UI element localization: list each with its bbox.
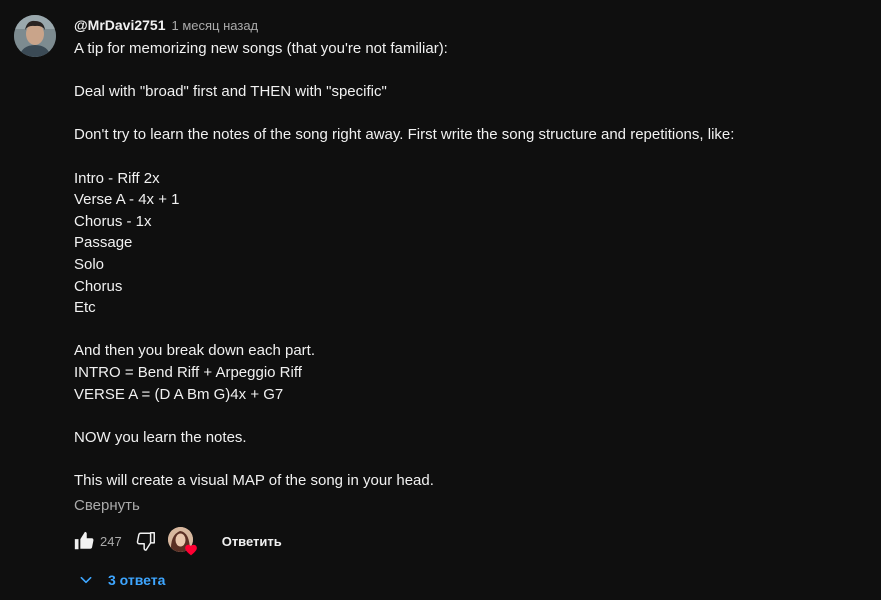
author-avatar[interactable] bbox=[14, 15, 56, 57]
comment-text: A tip for memorizing new songs (that you… bbox=[74, 38, 864, 491]
comment-line bbox=[74, 405, 864, 427]
collapse-button[interactable]: Свернуть bbox=[74, 495, 140, 517]
replies-count-label: 3 ответа bbox=[108, 572, 166, 588]
chevron-down-icon bbox=[80, 576, 92, 584]
comment-line: Solo bbox=[74, 255, 105, 273]
comment-line: VERSE A = (D A Bm G)4x + G7 bbox=[74, 385, 284, 403]
comment-line: Intro - Riff 2x bbox=[74, 169, 160, 187]
comment-line bbox=[74, 319, 864, 341]
dislike-button[interactable] bbox=[134, 529, 158, 553]
comment-line: Don't try to learn the notes of the song… bbox=[74, 126, 735, 144]
comment-thread: @MrDavi2751 1 месяц назад A tip for memo… bbox=[0, 0, 881, 600]
comment-line bbox=[74, 103, 864, 125]
comment-line: Deal with "broad" first and THEN with "s… bbox=[74, 83, 387, 101]
comment-line: Verse A - 4x + 1 bbox=[74, 191, 180, 209]
reply-button[interactable]: Ответить bbox=[222, 534, 282, 549]
thumbs-down-icon bbox=[136, 532, 155, 551]
comment-line bbox=[74, 448, 864, 470]
comment-line: And then you break down each part. bbox=[74, 342, 315, 360]
creator-heart-badge bbox=[167, 527, 197, 556]
comment-line: NOW you learn the notes. bbox=[74, 428, 247, 446]
comment-line: INTRO = Bend Riff + Arpeggio Riff bbox=[74, 363, 302, 381]
like-button[interactable] bbox=[72, 529, 96, 553]
comment-line: This will create a visual MAP of the son… bbox=[74, 471, 434, 489]
comment-header: @MrDavi2751 1 месяц назад bbox=[74, 14, 864, 36]
heart-icon bbox=[184, 544, 197, 556]
comment-line: A tip for memorizing new songs (that you… bbox=[74, 40, 448, 57]
comment-actions: 247 Ответить bbox=[72, 526, 282, 556]
comment-line: Etc bbox=[74, 299, 96, 317]
comment-content: @MrDavi2751 1 месяц назад A tip for memo… bbox=[74, 14, 864, 517]
author-name[interactable]: @MrDavi2751 bbox=[74, 17, 165, 33]
comment-line bbox=[74, 60, 864, 82]
comment-line bbox=[74, 146, 864, 168]
comment-line: Chorus bbox=[74, 277, 123, 295]
comment-line: Passage bbox=[74, 234, 133, 252]
thumbs-up-icon bbox=[74, 531, 94, 550]
published-time[interactable]: 1 месяц назад bbox=[171, 18, 258, 33]
comment-line: Chorus - 1x bbox=[74, 212, 152, 230]
show-replies-button[interactable]: 3 ответа bbox=[78, 568, 165, 592]
like-count: 247 bbox=[100, 533, 122, 549]
